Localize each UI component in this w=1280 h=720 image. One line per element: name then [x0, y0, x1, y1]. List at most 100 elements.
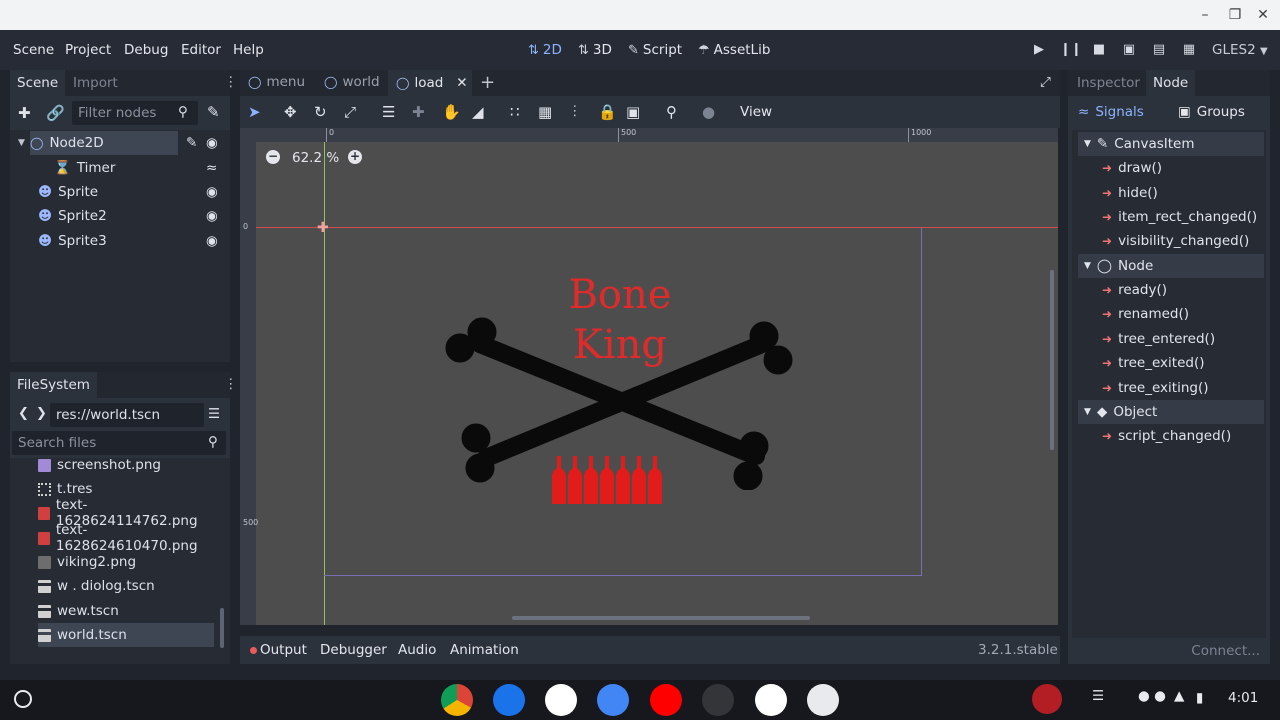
tab-menu[interactable]: ◯ menu: [248, 74, 305, 90]
workspace-script-button[interactable]: ✎ Script: [628, 42, 682, 58]
tree-item-sprite[interactable]: ☻ Sprite: [38, 180, 208, 204]
distraction-free-icon[interactable]: ⤢: [1040, 74, 1051, 90]
linux-icon[interactable]: [807, 684, 839, 716]
attach-script-icon[interactable]: ✎: [207, 103, 220, 121]
chrome-icon[interactable]: [441, 684, 473, 716]
select-mode-icon[interactable]: ➤: [248, 103, 261, 121]
vertical-scrollbar[interactable]: [1050, 270, 1054, 450]
menu-help[interactable]: Help: [233, 42, 264, 58]
file-item[interactable]: viking2.png: [38, 550, 214, 574]
dock-menu-icon[interactable]: ⋮: [224, 74, 238, 90]
tab-node[interactable]: Node: [1146, 70, 1196, 96]
file-item-selected[interactable]: world.tscn: [38, 623, 214, 647]
list-select-icon[interactable]: ☰: [382, 103, 395, 121]
pause-icon[interactable]: ❙❙: [1060, 42, 1082, 60]
tab-output[interactable]: Output: [260, 642, 307, 658]
signal-item[interactable]: ➜ renamed(): [1102, 306, 1189, 322]
script-icon[interactable]: ✎: [186, 135, 197, 151]
file-item[interactable]: w . diolog.tscn: [38, 574, 214, 598]
pivot-icon[interactable]: ✚: [412, 103, 425, 121]
terminal-icon[interactable]: [702, 684, 734, 716]
bone-icon[interactable]: ⚲: [666, 103, 677, 121]
groups-subtab[interactable]: ▣ Groups: [1178, 104, 1245, 120]
tab-audio[interactable]: Audio: [398, 642, 436, 658]
visibility-eye-icon[interactable]: ◉: [206, 233, 218, 249]
docs-icon[interactable]: [597, 684, 629, 716]
renderer-select[interactable]: GLES2 ▼: [1212, 42, 1268, 58]
tab-debugger[interactable]: Debugger: [320, 642, 387, 658]
back-icon[interactable]: ❮: [18, 406, 29, 421]
signal-item[interactable]: ➜ draw(): [1102, 160, 1162, 176]
workspace-assetlib-button[interactable]: ☂ AssetLib: [698, 42, 770, 58]
signal-item[interactable]: ➜ visibility_changed(): [1102, 233, 1249, 249]
dock-menu-icon[interactable]: ⋮: [224, 376, 238, 392]
tote-icon[interactable]: ☰: [1092, 688, 1104, 704]
tab-inspector[interactable]: Inspector: [1070, 70, 1147, 96]
signal-item[interactable]: ➜ tree_entered(): [1102, 331, 1215, 347]
gmail-icon[interactable]: [545, 684, 577, 716]
group-node[interactable]: ▼ ◯ Node: [1078, 254, 1264, 278]
tab-import[interactable]: Import: [66, 70, 125, 96]
menu-scene[interactable]: Scene: [13, 42, 54, 58]
horizontal-scrollbar[interactable]: [512, 616, 810, 620]
maximize-icon[interactable]: ❐: [1226, 6, 1244, 24]
tab-animation[interactable]: Animation: [450, 642, 519, 658]
signal-icon[interactable]: ≈: [206, 160, 217, 176]
snap-options-icon[interactable]: ⋮: [568, 103, 582, 119]
scale-mode-icon[interactable]: ⤢: [344, 103, 356, 121]
menu-editor[interactable]: Editor: [181, 42, 221, 58]
workspace-3d-button[interactable]: ⇅ 3D: [578, 42, 612, 58]
signal-item[interactable]: ➜ tree_exited(): [1102, 355, 1204, 371]
group-canvasitem[interactable]: ▼ ✎ CanvasItem: [1078, 132, 1264, 156]
menu-debug[interactable]: Debug: [124, 42, 168, 58]
group-icon[interactable]: ▣: [626, 103, 640, 121]
workspace-2d-button[interactable]: ⇅ 2D: [528, 42, 562, 58]
play-scene-icon[interactable]: ▣: [1120, 42, 1138, 60]
tree-item-sprite3[interactable]: ☻ Sprite3: [38, 229, 208, 253]
tree-item-sprite2[interactable]: ☻ Sprite2: [38, 204, 208, 228]
play-custom-scene-icon[interactable]: ▤: [1150, 42, 1168, 60]
youtube-icon[interactable]: [650, 684, 682, 716]
accessibility-icon[interactable]: ● ●: [1138, 688, 1166, 704]
close-window-icon[interactable]: ✕: [1254, 6, 1272, 24]
search-files-input[interactable]: Search files: [12, 431, 226, 455]
connect-button[interactable]: Connect...: [1191, 643, 1260, 659]
signal-item[interactable]: ➜ script_changed(): [1102, 428, 1231, 444]
viewport[interactable]: 0 500 1000 0 500 − 62.2 % + ✚ Bone King: [240, 128, 1058, 625]
signal-item[interactable]: ➜ item_rect_changed(): [1102, 209, 1257, 225]
view-menu[interactable]: View: [740, 104, 772, 120]
group-object[interactable]: ▼ ◆ Object: [1078, 400, 1264, 424]
instance-scene-icon[interactable]: 🔗: [46, 104, 65, 122]
scrollbar[interactable]: [220, 608, 224, 648]
zoom-reset-button[interactable]: 62.2 %: [292, 150, 339, 166]
signal-item[interactable]: ➜ tree_exiting(): [1102, 380, 1208, 396]
tab-filesystem[interactable]: FileSystem: [10, 372, 97, 398]
close-tab-icon[interactable]: ✕: [456, 75, 467, 91]
path-field[interactable]: res://world.tscn: [50, 403, 204, 427]
file-item[interactable]: screenshot.png: [38, 453, 214, 477]
tab-scene[interactable]: Scene: [10, 70, 66, 96]
visibility-eye-icon[interactable]: ◉: [206, 135, 218, 151]
clock[interactable]: 4:01: [1228, 690, 1258, 706]
zoom-in-icon[interactable]: +: [348, 150, 362, 164]
ruler-mode-icon[interactable]: ◢: [472, 103, 484, 121]
camera-icon[interactable]: ●: [702, 103, 715, 121]
visibility-eye-icon[interactable]: ◉: [206, 184, 218, 200]
minimize-icon[interactable]: –: [1196, 6, 1214, 24]
play-icon[interactable]: ▶: [1030, 42, 1048, 60]
launcher-icon[interactable]: [14, 690, 32, 708]
play-custom-icon[interactable]: ▦: [1180, 42, 1198, 60]
tree-item-node2d[interactable]: ▼ ◯ Node2D: [18, 131, 178, 155]
messages-icon[interactable]: [493, 684, 525, 716]
forward-icon[interactable]: ❯: [36, 406, 47, 421]
file-item[interactable]: text-1628624610470.png: [38, 522, 214, 554]
pan-mode-icon[interactable]: ✋: [442, 103, 461, 121]
signal-item[interactable]: ➜ ready(): [1102, 282, 1167, 298]
grid-snap-icon[interactable]: ▦: [538, 103, 552, 121]
visibility-eye-icon[interactable]: ◉: [206, 208, 218, 224]
tab-world[interactable]: ◯ world: [324, 74, 380, 90]
new-scene-tab-icon[interactable]: +: [480, 72, 495, 93]
stop-icon[interactable]: ■: [1090, 42, 1108, 60]
menu-project[interactable]: Project: [65, 42, 111, 58]
signal-item[interactable]: ➜ hide(): [1102, 185, 1158, 201]
